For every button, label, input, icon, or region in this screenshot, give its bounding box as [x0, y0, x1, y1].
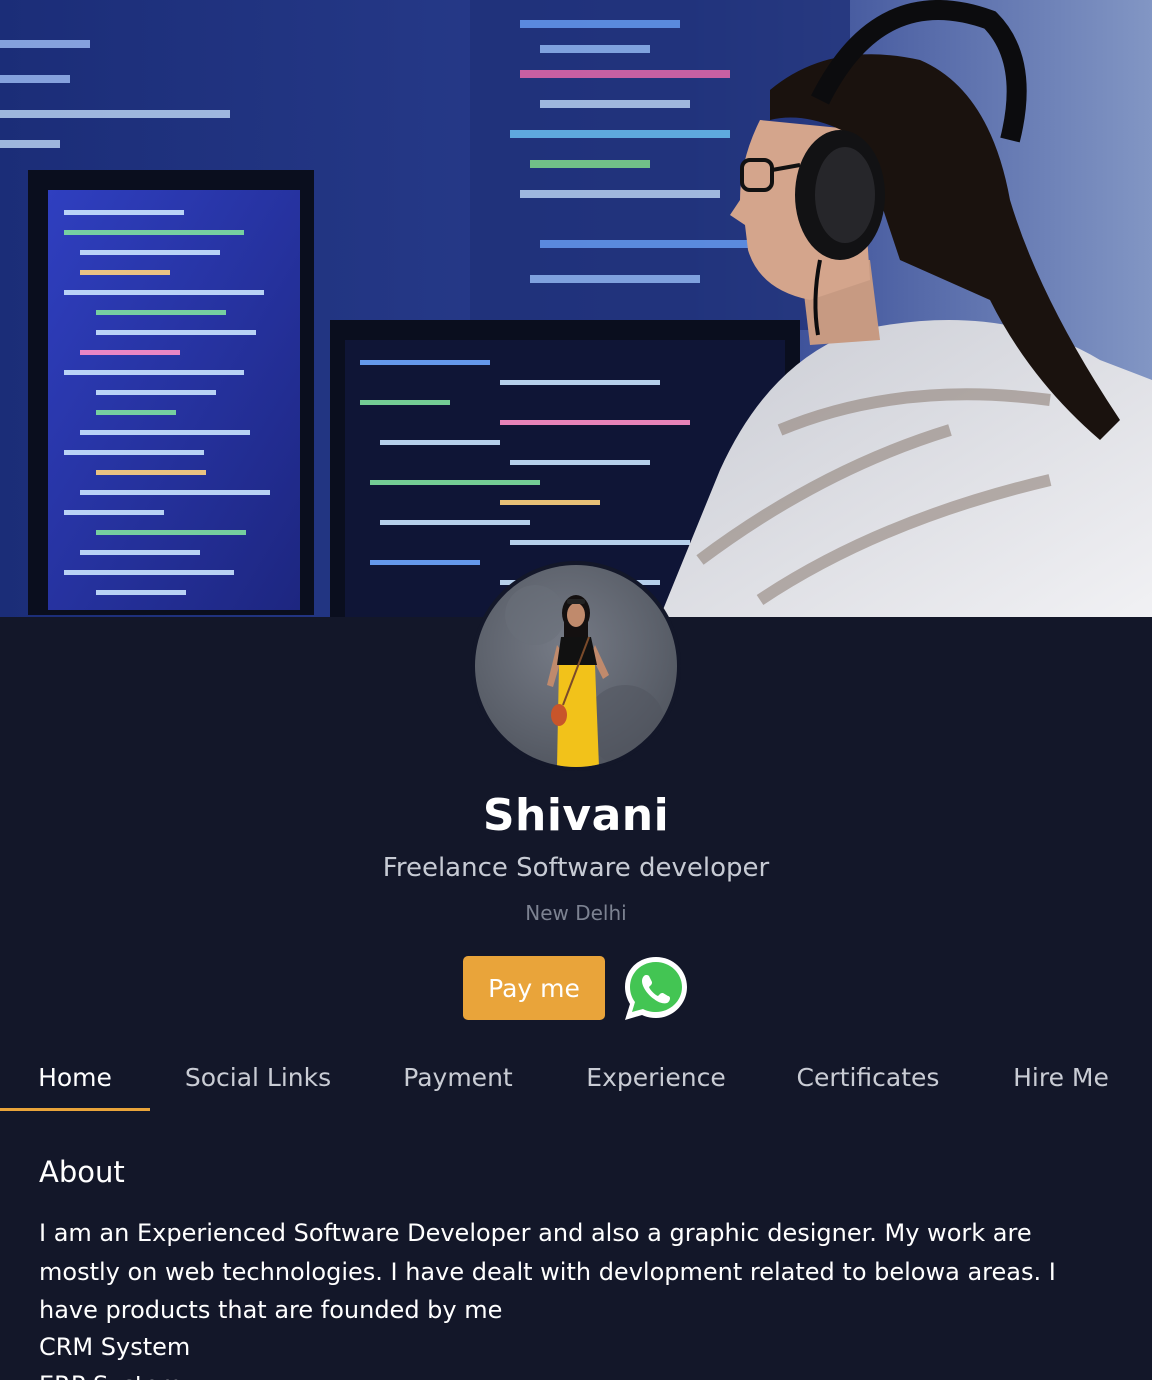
profile-tabs: Home Social Links Payment Experience Cer… — [0, 1042, 1152, 1112]
tab-hire-me[interactable]: Hire Me — [996, 1042, 1126, 1112]
active-tab-indicator — [0, 1108, 150, 1111]
tab-payment[interactable]: Payment — [386, 1042, 530, 1112]
profile-location: New Delhi — [525, 901, 627, 925]
about-heading: About — [39, 1155, 125, 1189]
pay-me-button[interactable]: Pay me — [463, 956, 605, 1020]
product-item: ERP System — [39, 1371, 182, 1380]
cover-image — [0, 0, 1152, 617]
whatsapp-icon[interactable] — [622, 955, 690, 1023]
profile-avatar-frame — [471, 561, 681, 771]
tab-home[interactable]: Home — [0, 1042, 150, 1112]
tab-certificates[interactable]: Certificates — [782, 1042, 954, 1112]
tab-experience[interactable]: Experience — [572, 1042, 740, 1112]
avatar[interactable] — [475, 565, 677, 767]
tab-social-links[interactable]: Social Links — [170, 1042, 346, 1112]
profile-title: Freelance Software developer — [382, 853, 770, 883]
about-description: I am an Experienced Software Developer a… — [39, 1219, 1056, 1324]
product-item: CRM System — [39, 1333, 191, 1361]
profile-page: Shivani Freelance Software developer New… — [0, 0, 1152, 1380]
profile-name: Shivani — [482, 790, 670, 841]
